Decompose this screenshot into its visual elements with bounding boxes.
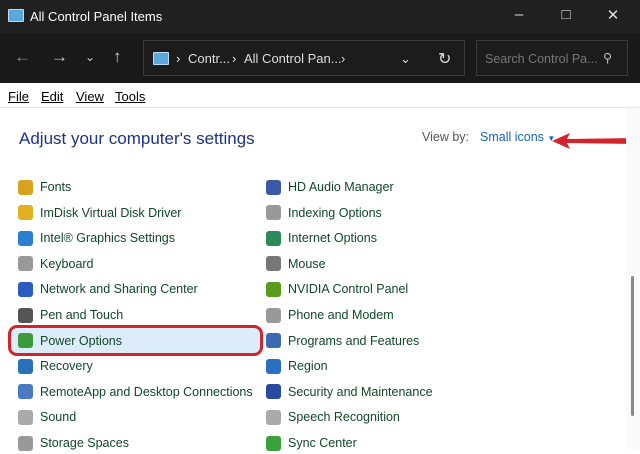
item-label: Internet Options	[288, 231, 377, 246]
item-pen-and-touch[interactable]: Pen and Touch	[18, 304, 123, 326]
recovery-icon	[18, 358, 33, 374]
vertical-scrollbar[interactable]	[626, 108, 640, 449]
item-speech-recognition[interactable]: Speech Recognition	[266, 406, 400, 428]
navigation-toolbar: ← → ⌄ ↑ › Contr... › All Control Pan... …	[0, 33, 640, 83]
title-bar: All Control Panel Items – □ ✕	[0, 0, 640, 33]
phone-modem-icon	[266, 307, 281, 323]
item-keyboard[interactable]: Keyboard	[18, 253, 94, 275]
network-icon	[18, 281, 33, 297]
item-security-and-maintenance[interactable]: Security and Maintenance	[266, 381, 433, 403]
sound-icon	[18, 409, 33, 425]
item-internet-options[interactable]: Internet Options	[266, 227, 377, 249]
item-intel-graphics-settings[interactable]: Intel® Graphics Settings	[18, 227, 175, 249]
item-label: Power Options	[40, 333, 122, 348]
window-title: All Control Panel Items	[30, 9, 163, 24]
chevron-right-icon: ›	[232, 51, 237, 66]
pen-icon	[18, 307, 33, 323]
security-flag-icon	[266, 384, 281, 400]
item-phone-and-modem[interactable]: Phone and Modem	[266, 304, 394, 326]
address-bar[interactable]: › Contr... › All Control Pan... › ⌄ ↻	[143, 40, 465, 76]
item-label: Fonts	[40, 180, 72, 194]
item-label: Security and Maintenance	[288, 384, 433, 399]
storage-icon	[18, 435, 33, 451]
control-panel-icon	[8, 9, 24, 22]
programs-icon	[266, 333, 281, 349]
fonts-icon	[18, 179, 33, 195]
refresh-icon[interactable]: ↻	[438, 49, 451, 69]
control-panel-icon	[153, 52, 169, 65]
forward-button[interactable]: →	[51, 47, 68, 67]
item-sound[interactable]: Sound	[18, 406, 76, 428]
item-label: Network and Sharing Center	[40, 282, 198, 297]
keyboard-icon	[18, 256, 33, 272]
page-title: Adjust your computer's settings	[19, 129, 255, 148]
menu-tools[interactable]: Tools	[115, 89, 145, 104]
chevron-right-icon: ›	[176, 51, 181, 66]
back-button[interactable]: ←	[14, 47, 31, 67]
item-label: Keyboard	[40, 256, 94, 271]
sync-icon	[266, 435, 281, 451]
item-indexing-options[interactable]: Indexing Options	[266, 202, 382, 224]
recent-locations-button[interactable]: ⌄	[85, 50, 95, 64]
menu-edit[interactable]: Edit	[41, 89, 63, 104]
item-label: NVIDIA Control Panel	[288, 282, 409, 297]
item-label: Programs and Features	[288, 333, 420, 348]
item-label: Mouse	[288, 256, 326, 271]
item-label: Region	[288, 359, 328, 374]
view-by-label: View by:	[422, 130, 470, 144]
close-button[interactable]: ✕	[603, 6, 623, 24]
indexing-icon	[266, 205, 281, 221]
item-programs-and-features[interactable]: Programs and Features	[266, 330, 419, 352]
intel-graphics-icon	[18, 230, 33, 246]
mouse-icon	[266, 256, 281, 272]
item-imdisk-virtual-disk-driver[interactable]: ImDisk Virtual Disk Driver	[18, 202, 181, 224]
view-by-dropdown[interactable]: Small icons ▼	[480, 130, 555, 144]
minimize-button[interactable]: –	[509, 6, 529, 23]
item-power-options[interactable]: Power Options	[18, 330, 122, 352]
remoteapp-icon	[18, 384, 33, 400]
item-label: Indexing Options	[288, 205, 382, 220]
scrollbar-thumb[interactable]	[631, 276, 634, 416]
menu-bar: File Edit View Tools	[0, 83, 640, 108]
item-label: Sound	[40, 410, 77, 425]
item-fonts[interactable]: Fonts	[18, 176, 71, 198]
search-icon[interactable]: ⚲	[603, 50, 612, 65]
item-network-and-sharing-center[interactable]: Network and Sharing Center	[18, 278, 198, 300]
menu-view[interactable]: View	[76, 89, 104, 104]
item-remoteapp-and-desktop-connections[interactable]: RemoteApp and Desktop Connections	[18, 381, 253, 403]
hd-audio-icon	[266, 179, 281, 195]
region-icon	[266, 358, 281, 374]
item-label: Recovery	[40, 359, 93, 374]
item-hd-audio-manager[interactable]: HD Audio Manager	[266, 176, 394, 198]
item-region[interactable]: Region	[266, 355, 328, 377]
item-label: Sync Center	[288, 436, 357, 450]
internet-options-icon	[266, 230, 281, 246]
power-options-icon	[18, 333, 33, 349]
item-label: ImDisk Virtual Disk Driver	[40, 205, 182, 220]
maximize-button[interactable]: □	[556, 6, 576, 23]
nvidia-icon	[266, 281, 281, 297]
item-nvidia-control-panel[interactable]: NVIDIA Control Panel	[266, 278, 408, 300]
item-mouse[interactable]: Mouse	[266, 253, 326, 275]
item-label: Pen and Touch	[40, 308, 124, 322]
item-label: HD Audio Manager	[288, 180, 394, 194]
item-storage-spaces[interactable]: Storage Spaces	[18, 432, 129, 454]
item-label: Intel® Graphics Settings	[40, 231, 175, 246]
microphone-icon	[266, 409, 281, 425]
up-button[interactable]: ↑	[113, 47, 122, 67]
imdisk-icon	[18, 205, 33, 221]
address-dropdown-icon[interactable]: ⌄	[400, 51, 411, 67]
item-label: Storage Spaces	[40, 436, 129, 450]
breadcrumb-control-panel[interactable]: Contr...	[188, 51, 230, 66]
item-sync-center[interactable]: Sync Center	[266, 432, 357, 454]
search-input[interactable]: Search Control Pa... ⚲	[476, 40, 628, 76]
item-label: RemoteApp and Desktop Connections	[40, 384, 253, 399]
item-recovery[interactable]: Recovery	[18, 355, 93, 377]
chevron-right-icon[interactable]: ›	[341, 51, 345, 66]
item-label: Phone and Modem	[288, 308, 394, 322]
item-label: Speech Recognition	[288, 410, 400, 425]
menu-file[interactable]: File	[8, 89, 29, 104]
breadcrumb-all-items[interactable]: All Control Pan...	[244, 51, 342, 66]
